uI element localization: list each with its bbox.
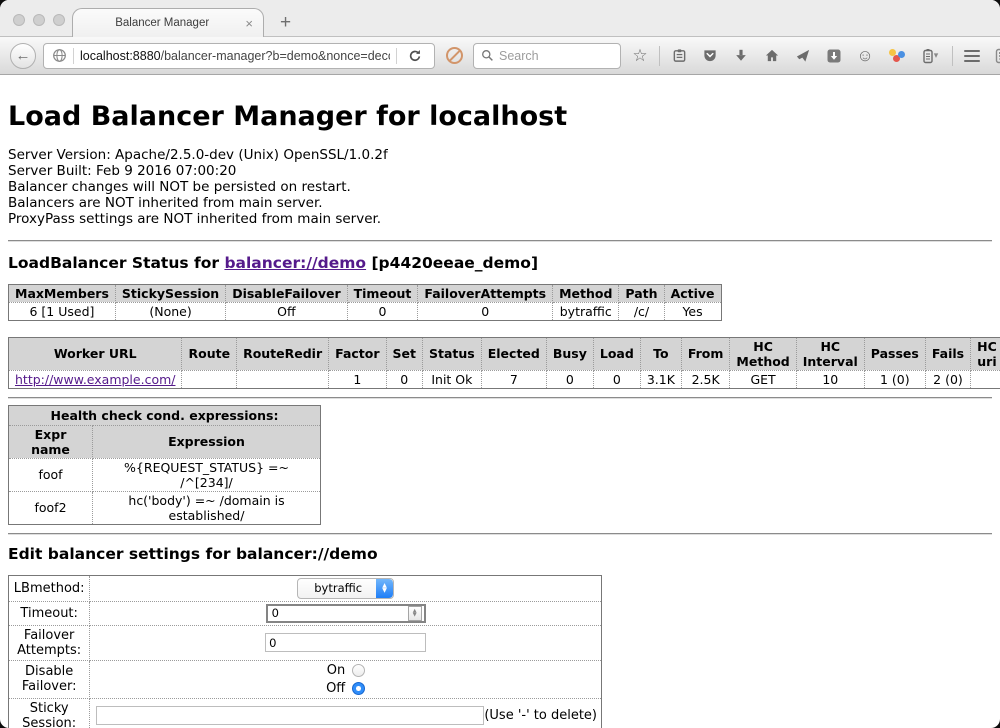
sticky-session-hint: (Use '-' to delete) [484,708,597,723]
on-label: On [326,663,345,678]
home-icon[interactable] [760,44,784,68]
toolbar-divider-2 [952,46,953,66]
search-bar[interactable]: Search [473,43,621,69]
smiley-feedback-icon[interactable]: ☺ [853,44,877,68]
send-plane-icon[interactable] [791,44,815,68]
close-window-button[interactable] [13,14,25,26]
hamburger-menu-icon[interactable] [960,44,984,68]
server-built-line: Server Built: Feb 9 2016 07:00:20 [8,164,992,180]
tile-grid-extension-icon[interactable] [991,44,1000,68]
minimize-window-button[interactable] [33,14,45,26]
divider-2 [8,397,992,399]
disable-failover-label: Disable Failover: [9,660,90,698]
new-tab-button[interactable]: + [280,13,291,32]
search-icon [481,49,494,62]
url-divider [73,48,74,64]
proxypass-note-line: ProxyPass settings are NOT inherited fro… [8,212,992,228]
url-divider-2 [396,48,397,64]
reading-list-icon[interactable] [667,44,691,68]
disable-failover-row: Disable Failover: On Off [9,660,602,698]
tab-bar: Balancer Manager × + [0,0,1000,37]
bookmark-star-icon[interactable]: ☆ [628,44,652,68]
url-domain: localhost:8880 [80,49,161,63]
worker-data-row: http://www.example.com/ 1 0 Init Ok 7 0 … [9,370,1000,388]
browser-window: Balancer Manager × + ← localhost:8880/ba… [0,0,1000,728]
number-stepper-icon[interactable]: ▲▼ [408,606,422,621]
workers-table: Worker URL Route RouteRedir Factor Set S… [8,337,1000,389]
worker-url-link[interactable]: http://www.example.com/ [15,372,175,387]
health-table-title: Health check cond. expressions: [9,405,321,425]
dropdown-caret-icon: ▾ [934,50,939,61]
failover-attempts-input[interactable] [265,633,426,652]
zoom-window-button[interactable] [53,14,65,26]
globe-icon [51,44,67,68]
health-header-row: Expr name Expression [9,425,321,458]
timeout-input[interactable]: 0 ▲▼ [266,604,426,623]
failover-on-radio[interactable] [352,664,365,677]
health-row-foof2: foof2 hc('body') =~ /domain is establish… [9,491,321,524]
sticky-session-input[interactable] [96,706,484,725]
url-path: /balancer-manager?b=demo&nonce=decc37be-… [161,49,390,63]
sticky-session-row: Sticky Session: (Use '-' to delete) [9,698,602,728]
balancer-demo-link[interactable]: balancer://demo [224,254,366,272]
server-version-line: Server Version: Apache/2.5.0-dev (Unix) … [8,148,992,164]
divider [8,240,992,242]
tab-title: Balancer Manager [81,17,243,29]
failover-attempts-row: Failover Attempts: [9,625,602,660]
persist-note-line: Balancer changes will NOT be persisted o… [8,180,992,196]
balancer-params-table: MaxMembers StickySession DisableFailover… [8,284,722,321]
back-arrow-icon: ← [16,47,31,64]
failover-attempts-label: Failover Attempts: [9,625,90,660]
url-bar[interactable]: localhost:8880/balancer-manager?b=demo&n… [43,43,435,69]
inherit-note-line: Balancers are NOT inherited from main se… [8,196,992,212]
lbmethod-select[interactable]: bytraffic ▲▼ [297,578,394,599]
edit-settings-heading: Edit balancer settings for balancer://de… [8,545,992,563]
tab-balancer-manager[interactable]: Balancer Manager × [72,8,264,37]
params-data-row: 6 [1 Used] (None) Off 0 0 bytraffic /c/ … [9,302,722,320]
lbmethod-label: LBmethod: [9,575,90,601]
select-stepper-icon: ▲▼ [376,579,393,598]
window-controls [13,14,65,26]
navigation-toolbar: ← localhost:8880/balancer-manager?b=demo… [0,37,1000,75]
url-text[interactable]: localhost:8880/balancer-manager?b=demo&n… [80,49,390,63]
pocket-icon[interactable] [698,44,722,68]
content-blocked-icon[interactable] [442,44,466,68]
health-row-foof: foof %{REQUEST_STATUS} =~ /^[234]/ [9,458,321,491]
reload-icon[interactable] [403,44,427,68]
tab-close-icon[interactable]: × [243,17,255,30]
back-button[interactable]: ← [10,43,36,69]
battery-extension-icon[interactable]: ▾ [915,44,945,68]
download-box-icon[interactable] [822,44,846,68]
off-label: Off [326,681,345,696]
failover-off-radio[interactable] [352,682,365,695]
workers-header-row: Worker URL Route RouteRedir Factor Set S… [9,337,1000,370]
colored-dots-extension-icon[interactable] [884,44,908,68]
status-heading: LoadBalancer Status for balancer://demo … [8,254,992,272]
sticky-session-label: Sticky Session: [9,698,90,728]
toolbar-divider [659,46,660,66]
divider-3 [8,533,992,535]
page-title: Load Balancer Manager for localhost [8,101,992,132]
page-content: Load Balancer Manager for localhost Serv… [0,75,1000,728]
timeout-label: Timeout: [9,601,90,625]
lbmethod-row: LBmethod: bytraffic ▲▼ [9,575,602,601]
edit-balancer-form: LBmethod: bytraffic ▲▼ Timeout: 0 ▲▼ [8,575,602,728]
downloads-icon[interactable] [729,44,753,68]
params-header-row: MaxMembers StickySession DisableFailover… [9,284,722,302]
search-placeholder: Search [499,49,539,63]
timeout-row: Timeout: 0 ▲▼ [9,601,602,625]
health-check-table: Health check cond. expressions: Expr nam… [8,405,321,525]
